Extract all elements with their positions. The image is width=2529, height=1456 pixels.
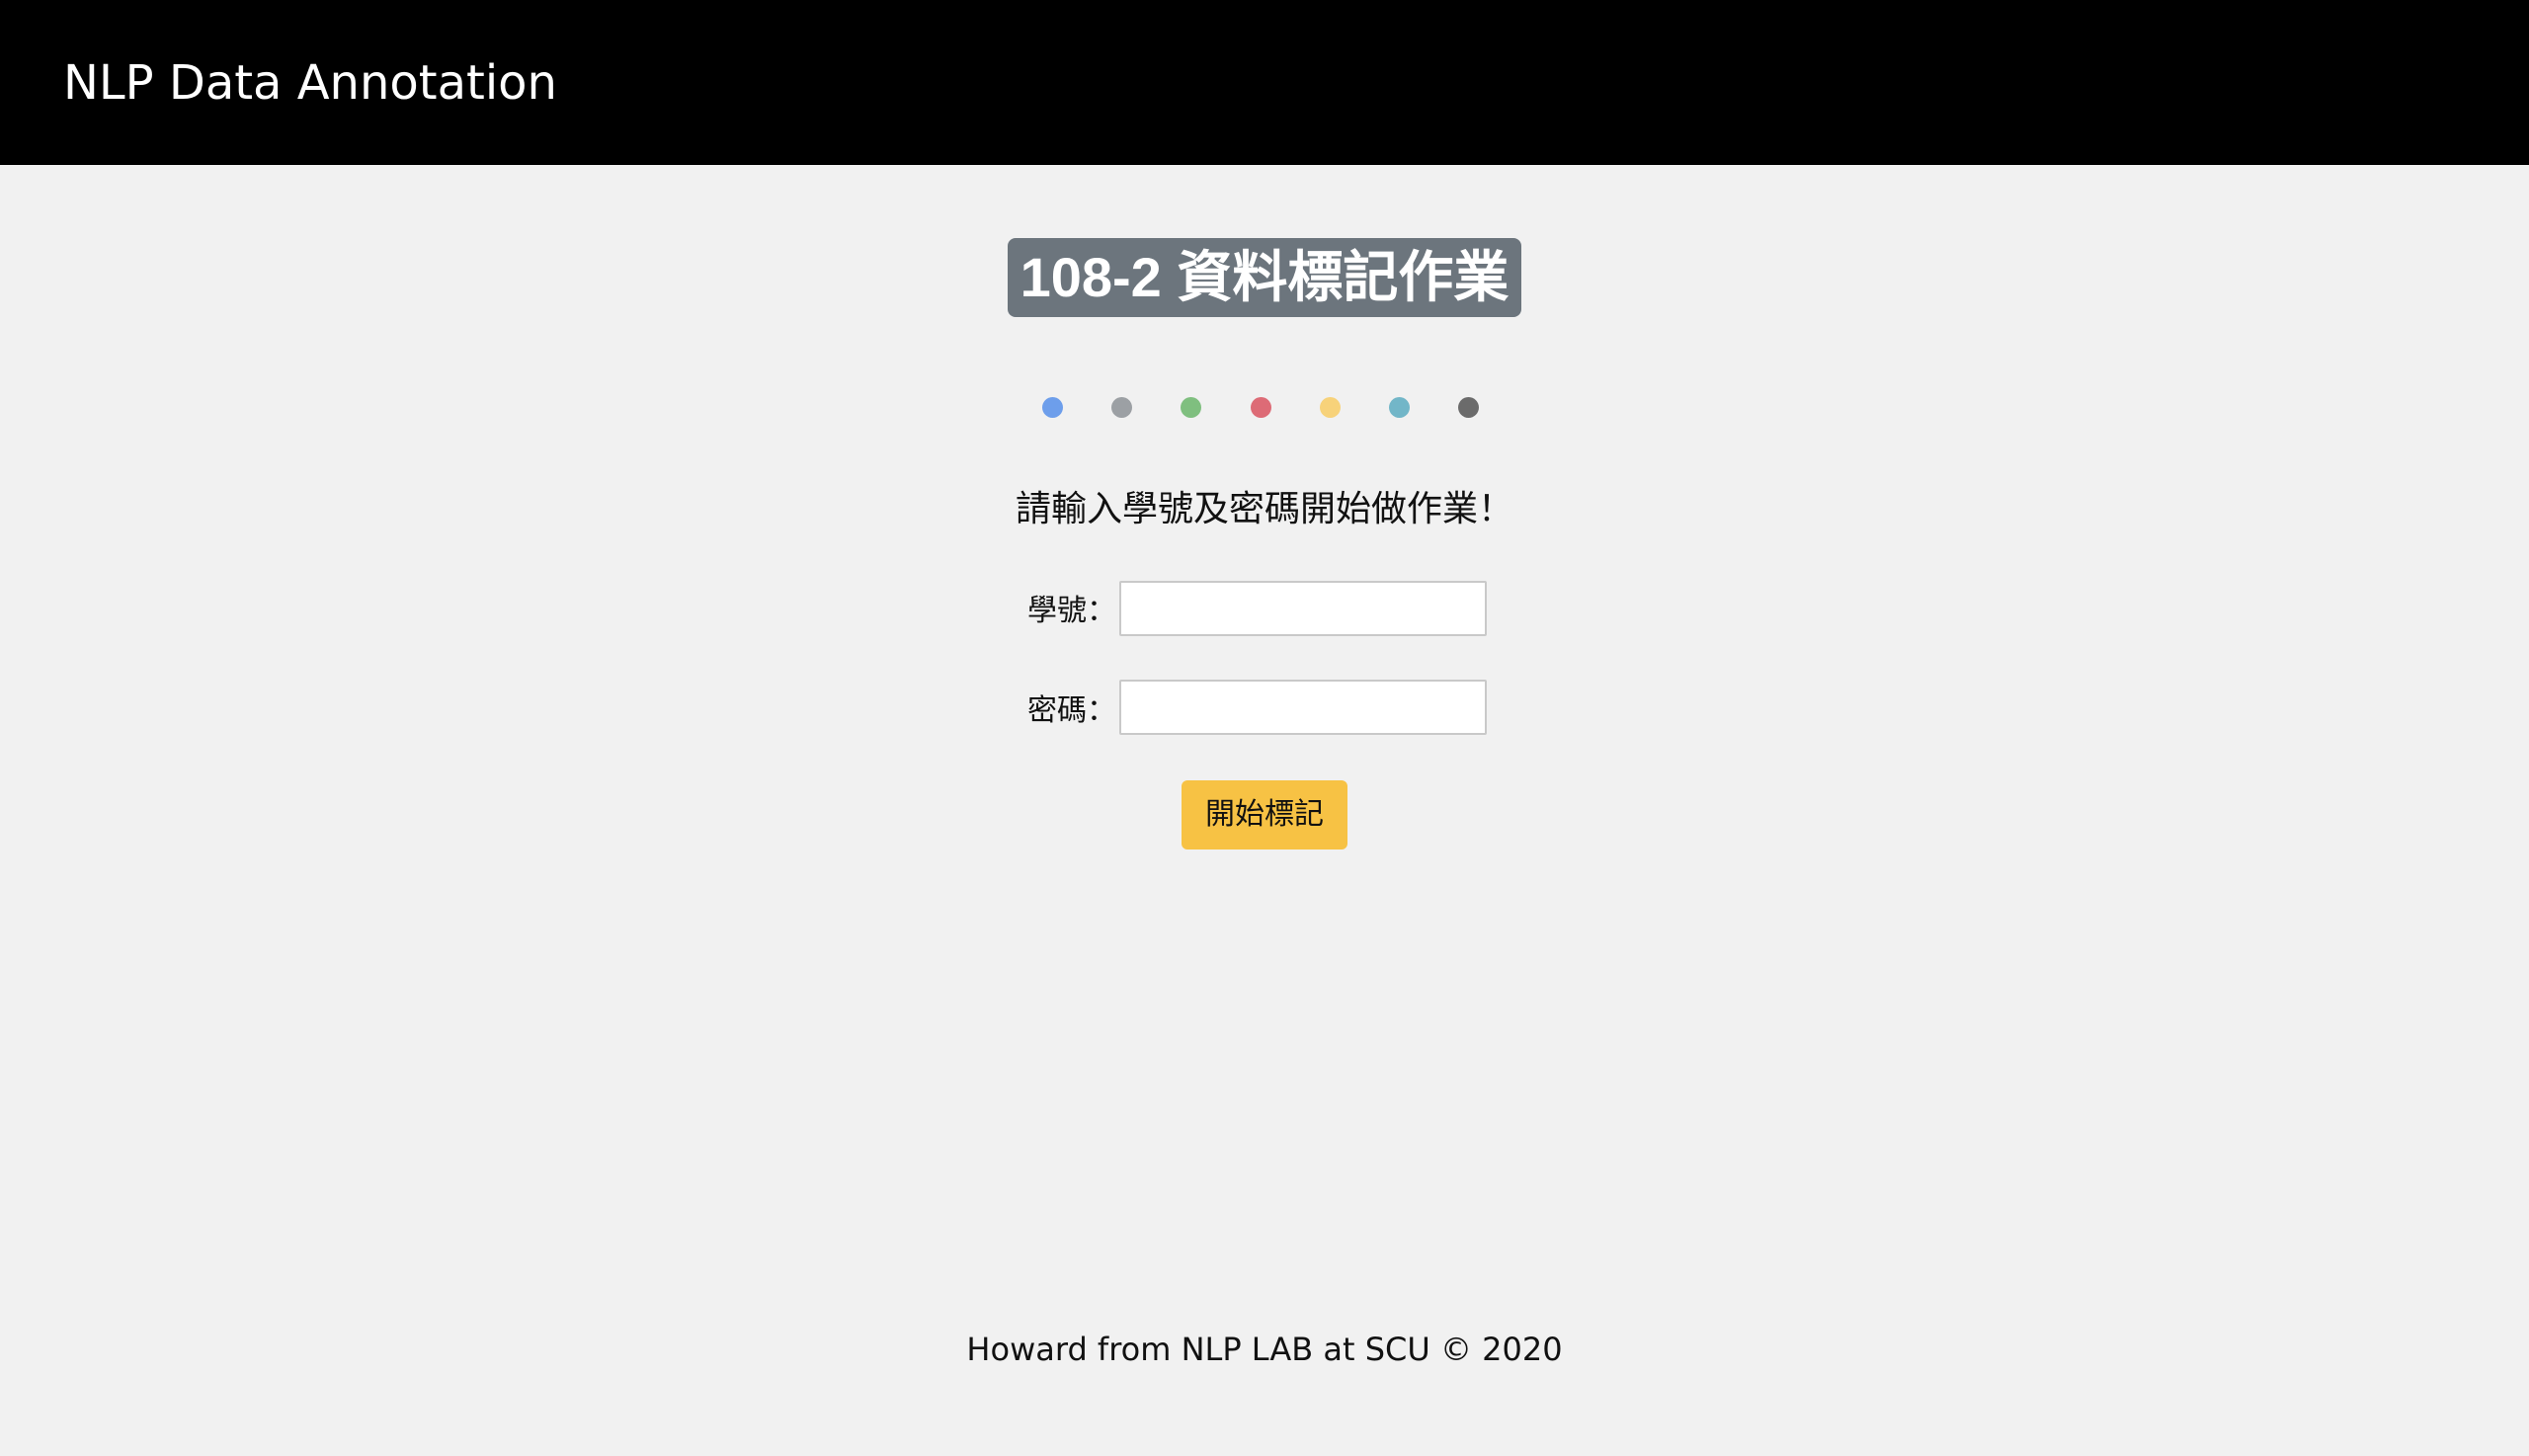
student-id-label: 學號： xyxy=(1027,594,1116,628)
red-dot xyxy=(1251,397,1271,418)
top-navbar: NLP Data Annotation xyxy=(0,0,2529,165)
blue-dot xyxy=(1042,397,1063,418)
start-annotation-button[interactable]: 開始標記 xyxy=(1182,780,1347,849)
student-id-input[interactable] xyxy=(1119,581,1487,636)
brand-title[interactable]: NLP Data Annotation xyxy=(63,53,557,113)
dark-gray-dot xyxy=(1458,397,1479,418)
footer-credit: Howard from NLP LAB at SCU © 2020 xyxy=(966,1331,1563,1368)
cyan-dot xyxy=(1389,397,1410,418)
login-prompt: 請輸入學號及密碼開始做作業！ xyxy=(1015,489,1513,529)
password-input[interactable] xyxy=(1119,680,1487,735)
login-panel: 108-2 資料標記作業 請輸入學號及密碼開始做作業！ 學號： 密碼： 開始標記 xyxy=(0,165,2529,1291)
yellow-dot xyxy=(1320,397,1341,418)
page-title-badge: 108-2 資料標記作業 xyxy=(1008,238,1521,317)
gray-dot xyxy=(1111,397,1132,418)
green-dot xyxy=(1181,397,1201,418)
color-dots-row xyxy=(1027,397,1502,437)
password-label: 密碼： xyxy=(1027,693,1116,728)
